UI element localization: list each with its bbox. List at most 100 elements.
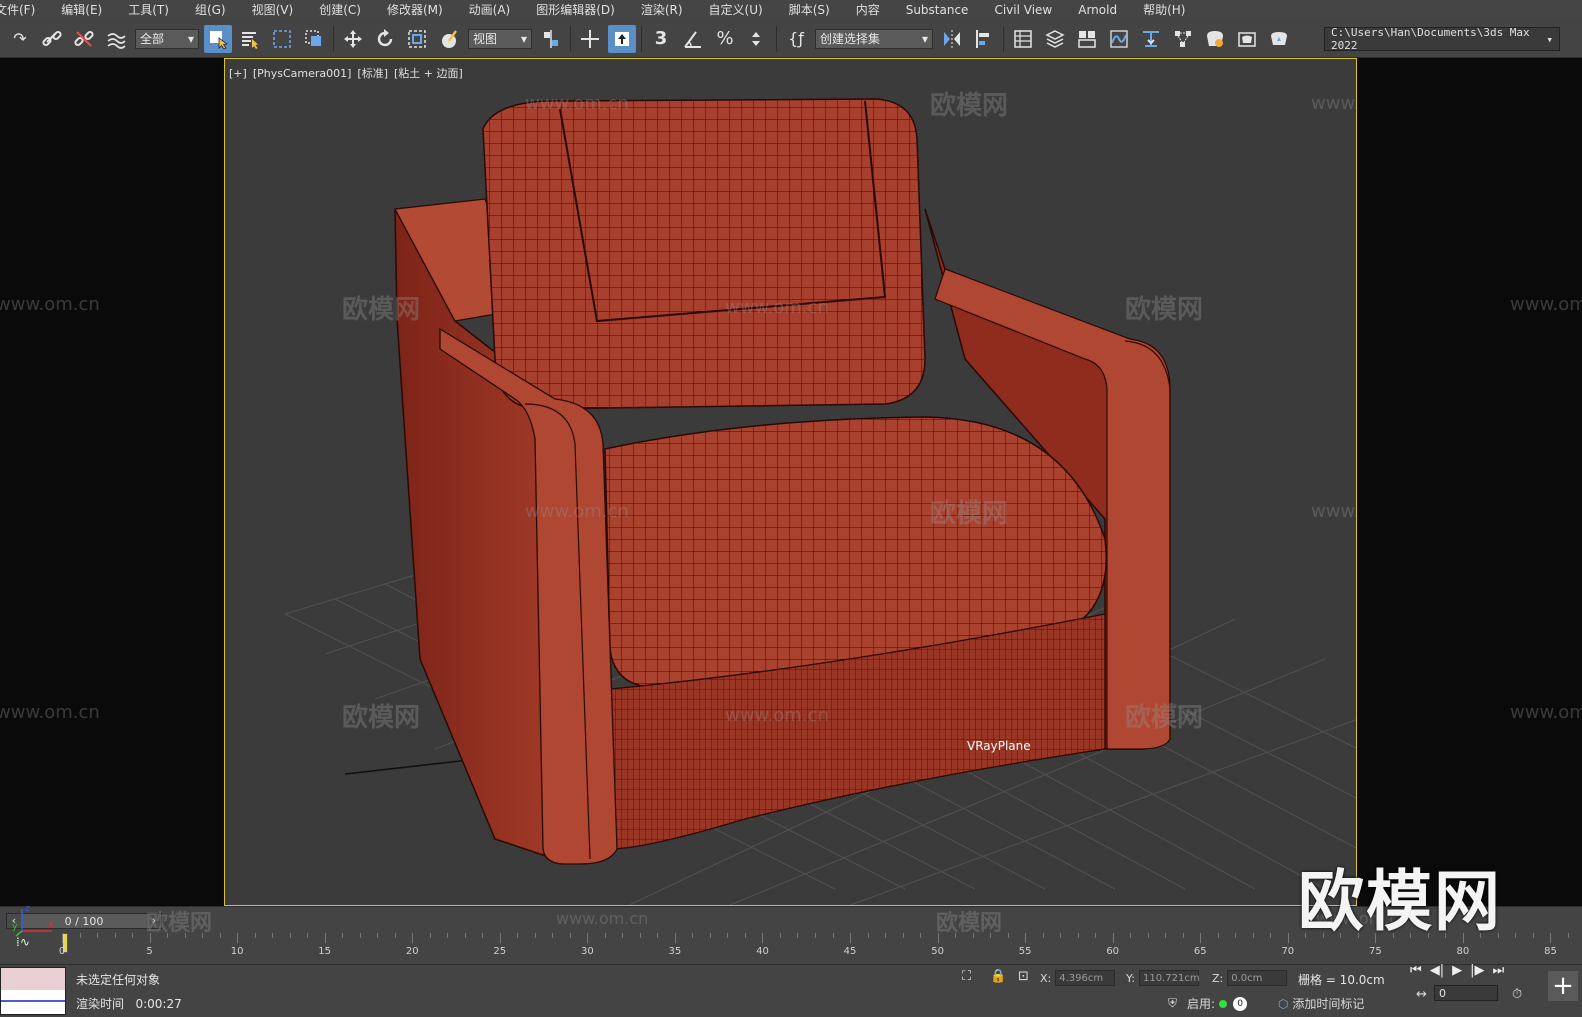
menu-item[interactable]: 图形编辑器(D): [523, 0, 628, 20]
ruler-tick: [464, 933, 466, 938]
next-frame-icon[interactable]: |▶: [1470, 963, 1484, 978]
menu-item[interactable]: Arnold: [1065, 0, 1130, 20]
menu-item[interactable]: 内容: [843, 0, 893, 20]
menu-item[interactable]: 工具(T): [115, 0, 182, 20]
z-value-field[interactable]: 0.0cm: [1227, 970, 1288, 986]
ruler-tick: [657, 933, 659, 938]
menu-item[interactable]: 脚本(S): [776, 0, 843, 20]
enabled-count-badge: 0: [1233, 996, 1248, 1011]
bind-space-warp-icon[interactable]: [102, 25, 130, 53]
svg-text:y: y: [12, 922, 18, 932]
select-by-name-icon[interactable]: [236, 25, 264, 53]
add-time-tag[interactable]: ⬡ 添加时间标记: [1278, 995, 1364, 1012]
y-value-field[interactable]: 110.721cm: [1138, 970, 1200, 986]
keyboard-shortcut-override-icon[interactable]: [608, 24, 636, 53]
link-icon[interactable]: [38, 25, 66, 53]
ruler-tick-label: 55: [1018, 946, 1032, 957]
menu-item[interactable]: 编辑(E): [48, 0, 115, 20]
key-mode-toggle-icon[interactable]: ↔: [1416, 987, 1427, 1002]
viewport-camera-label[interactable]: [PhysCamera001]: [253, 67, 352, 80]
menu-item[interactable]: 文件(F): [0, 0, 48, 20]
move-icon[interactable]: [339, 25, 367, 53]
render-setup-icon[interactable]: [1201, 25, 1229, 53]
transform-type-in-icon[interactable]: ⊡: [1018, 969, 1029, 984]
percent-snap-icon[interactable]: %: [711, 25, 739, 53]
coord-y: Y: 110.721cm: [1126, 970, 1200, 986]
redo-icon[interactable]: ↷: [6, 25, 34, 53]
schematic-view-icon[interactable]: [1137, 25, 1165, 53]
ruler-tick: [219, 933, 221, 938]
time-configuration-icon[interactable]: ⏱: [1512, 987, 1522, 1002]
layer-explorer-icon[interactable]: [1041, 25, 1069, 53]
project-path-dropdown[interactable]: C:\Users\Han\Documents\3ds Max 2022 ▾: [1324, 26, 1560, 52]
render-production-icon[interactable]: [1265, 25, 1293, 53]
scene-explorer-icon[interactable]: [1009, 25, 1037, 53]
viewport-label[interactable]: [+] [PhysCamera001] [标准] [粘土 + 边面]: [229, 65, 469, 81]
viewport-menu-plus[interactable]: [+]: [229, 67, 247, 80]
menu-item[interactable]: 视图(V): [239, 0, 307, 20]
ruler-tick: [482, 933, 484, 938]
lock-selection-icon[interactable]: 🔒: [990, 969, 1006, 984]
edit-named-selection-icon[interactable]: {ƒ: [782, 25, 810, 53]
menu-item[interactable]: 创建(C): [306, 0, 374, 20]
toolbar-divider: [1003, 25, 1004, 52]
adaptive-degradation-icon[interactable]: ⛨: [1168, 996, 1177, 1011]
next-frame-arrow-icon[interactable]: ›: [146, 914, 161, 928]
ruler-tick: [1532, 933, 1534, 938]
perspective-viewport[interactable]: [+] [PhysCamera001] [标准] [粘土 + 边面] VRayP…: [224, 58, 1357, 906]
material-editor-icon[interactable]: [1169, 25, 1197, 53]
ruler-tick-label: 40: [756, 946, 769, 957]
viewport-display-mode-label[interactable]: [粘土 + 边面]: [394, 67, 463, 80]
ruler-tick: [587, 933, 589, 943]
ruler-tick: [342, 933, 344, 938]
go-to-end-icon[interactable]: ⏭: [1492, 963, 1504, 978]
create-plus-icon[interactable]: +: [1548, 971, 1578, 1001]
selection-filter-dropdown[interactable]: 全部 ▾: [135, 28, 199, 49]
menu-item[interactable]: 动画(A): [456, 0, 524, 20]
menu-item[interactable]: Civil View: [981, 0, 1065, 20]
menu-item[interactable]: 渲染(R): [628, 0, 696, 20]
viewport-shading-label[interactable]: [标准]: [357, 67, 388, 80]
menu-item[interactable]: 修改器(M): [374, 0, 456, 20]
menu-item[interactable]: 组(G): [182, 0, 239, 20]
ruler-tick-label: 45: [843, 946, 857, 957]
snap-toggle-icon[interactable]: 3: [647, 25, 675, 53]
ruler-tick: [1287, 933, 1289, 943]
place-icon[interactable]: [435, 25, 463, 53]
ruler-tick-label: 30: [580, 946, 594, 957]
pivot-center-icon[interactable]: [537, 25, 565, 53]
scale-icon[interactable]: [403, 25, 431, 53]
named-selection-dropdown[interactable]: 创建选择集 ▾: [815, 28, 933, 49]
ruler-tick: [62, 933, 63, 943]
unlink-icon[interactable]: [70, 25, 98, 53]
go-to-start-icon[interactable]: ⏮: [1410, 963, 1422, 978]
window-crossing-icon[interactable]: [300, 25, 328, 53]
angle-snap-icon[interactable]: [679, 25, 707, 53]
ruler-tick: [534, 933, 536, 938]
maxscript-mini-listener[interactable]: [0, 967, 66, 1015]
reference-coordinate-dropdown[interactable]: 视图 ▾: [468, 28, 532, 49]
align-icon[interactable]: [970, 25, 998, 53]
ribbon-toggle-icon[interactable]: [1073, 25, 1101, 53]
watermark-url: www.om.cn: [1510, 294, 1582, 315]
current-frame-field[interactable]: 0: [1434, 985, 1498, 1001]
menu-item[interactable]: 帮助(H): [1130, 0, 1198, 20]
select-object-icon[interactable]: [204, 24, 232, 53]
curve-editor-icon[interactable]: [1105, 25, 1133, 53]
rendered-frame-window-icon[interactable]: [1233, 25, 1261, 53]
watermark-url: www.om.cn: [556, 909, 649, 928]
rectangular-selection-icon[interactable]: [268, 25, 296, 53]
ruler-tick: [1252, 933, 1254, 938]
play-icon[interactable]: ▶: [1452, 963, 1462, 978]
previous-frame-icon[interactable]: ◀|: [1430, 963, 1444, 978]
select-manipulate-icon[interactable]: [576, 25, 604, 53]
x-value-field[interactable]: 4.396cm: [1055, 970, 1116, 986]
menu-item[interactable]: Substance: [893, 0, 982, 20]
mirror-icon[interactable]: [938, 25, 966, 53]
menu-item[interactable]: 自定义(U): [696, 0, 776, 20]
spinner-snap-icon[interactable]: [743, 25, 771, 53]
isolate-selection-icon[interactable]: ⛶: [962, 969, 971, 984]
ruler-tick: [569, 933, 571, 938]
rotate-icon[interactable]: [371, 25, 399, 53]
ruler-tick: [1515, 933, 1517, 938]
